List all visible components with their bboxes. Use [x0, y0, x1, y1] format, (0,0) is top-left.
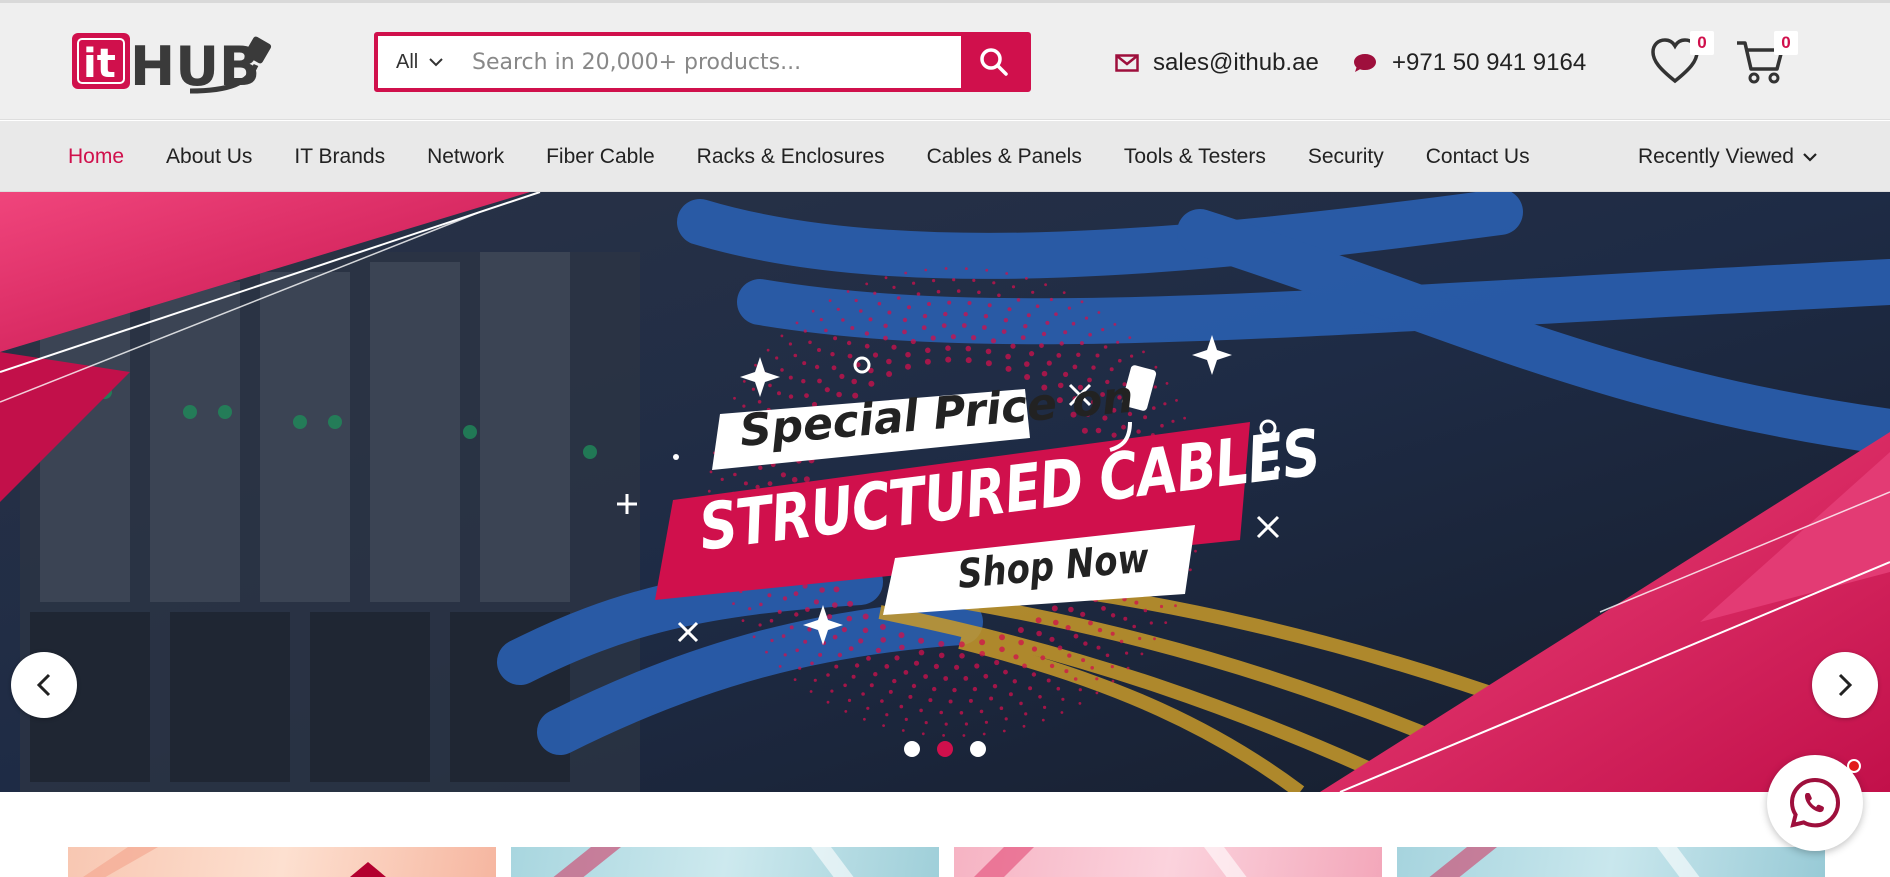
nav-item-tools-testers[interactable]: Tools & Testers — [1124, 145, 1266, 169]
banner-next-button[interactable] — [1812, 652, 1878, 718]
whatsapp-icon — [1789, 777, 1841, 828]
category-card-3-art — [974, 847, 1247, 877]
contact-email-text: sales@ithub.ae — [1153, 49, 1319, 76]
banner-dot-2[interactable] — [937, 741, 953, 757]
search-category-label: All — [396, 50, 419, 73]
hero-banner[interactable]: Special Price on STRUCTURED CABLES Shop … — [0, 192, 1890, 792]
chevron-down-icon — [429, 58, 443, 67]
whatsapp-chat-button[interactable] — [1767, 755, 1863, 851]
ithub-logo[interactable]: it HUB — [70, 29, 275, 99]
chevron-left-icon — [36, 673, 51, 697]
category-card-3[interactable] — [954, 847, 1382, 877]
chat-bubble-icon — [1354, 54, 1376, 72]
cart-button[interactable]: 0 — [1734, 31, 1798, 87]
recently-viewed-dropdown[interactable]: Recently Viewed — [1638, 121, 1818, 192]
notification-dot — [1847, 759, 1861, 773]
banner-dot-3[interactable] — [970, 741, 986, 757]
search-icon — [980, 48, 1008, 76]
category-card-1[interactable] — [68, 847, 496, 877]
banner-dot-1[interactable] — [904, 741, 920, 757]
category-card-2-art — [553, 847, 854, 877]
cart-count-badge: 0 — [1774, 31, 1798, 55]
nav-item-network[interactable]: Network — [427, 145, 504, 169]
banner-pagination — [904, 741, 986, 757]
contact-phone[interactable]: +971 50 941 9164 — [1352, 49, 1586, 77]
nav-item-home[interactable]: Home — [68, 145, 124, 169]
wishlist-button[interactable]: 0 — [1650, 31, 1714, 87]
nav-item-it-brands[interactable]: IT Brands — [294, 145, 385, 169]
recently-viewed-label: Recently Viewed — [1637, 144, 1794, 168]
wishlist-count-badge: 0 — [1690, 31, 1714, 55]
nav-menu: Home About Us IT Brands Network Fiber Ca… — [68, 121, 1572, 192]
chevron-down-icon — [1803, 152, 1817, 162]
nav-item-contact-us[interactable]: Contact Us — [1426, 145, 1530, 169]
svg-text:it: it — [83, 41, 116, 87]
search-button[interactable] — [961, 36, 1027, 88]
nav-item-fiber-cable[interactable]: Fiber Cable — [546, 145, 655, 169]
category-card-4-art — [1429, 847, 1700, 877]
category-card-4[interactable] — [1397, 847, 1825, 877]
nav-item-racks-enclosures[interactable]: Racks & Enclosures — [697, 145, 885, 169]
banner-prev-button[interactable] — [11, 652, 77, 718]
nav-item-cables-panels[interactable]: Cables & Panels — [927, 145, 1082, 169]
category-cards-row — [68, 847, 1825, 877]
chevron-right-icon — [1838, 673, 1853, 697]
nav-item-about-us[interactable]: About Us — [166, 145, 252, 169]
contact-email[interactable]: sales@ithub.ae — [1115, 49, 1319, 77]
search-bar: All — [374, 32, 1031, 92]
nav-item-security[interactable]: Security — [1308, 145, 1384, 169]
search-input[interactable] — [466, 36, 961, 88]
search-category-select[interactable]: All — [378, 36, 466, 88]
contact-phone-text: +971 50 941 9164 — [1392, 49, 1587, 76]
category-card-1-art — [83, 847, 386, 877]
site-header: it HUB All sales@ithub.ae +971 50 941 91… — [0, 3, 1890, 120]
category-card-2[interactable] — [511, 847, 939, 877]
envelope-icon — [1115, 54, 1139, 72]
main-nav: Home About Us IT Brands Network Fiber Ca… — [0, 121, 1890, 192]
